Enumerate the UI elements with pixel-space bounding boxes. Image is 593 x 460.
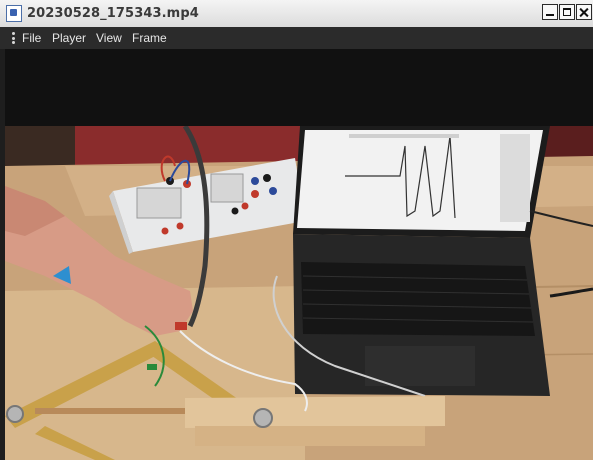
maximize-button[interactable] xyxy=(559,4,575,20)
title-bar: 20230528_175343.mp4 xyxy=(0,0,593,28)
minimize-button[interactable] xyxy=(542,4,558,20)
video-frame[interactable] xyxy=(5,126,593,460)
menu-player[interactable]: Player xyxy=(52,31,86,45)
video-file-icon xyxy=(6,5,22,22)
menu-view[interactable]: View xyxy=(96,31,122,45)
menu-file[interactable]: File xyxy=(22,31,41,45)
menu-bar: File Player View Frame xyxy=(0,27,593,49)
close-button[interactable] xyxy=(576,4,592,20)
window-title: 20230528_175343.mp4 xyxy=(27,6,199,21)
kebab-menu-icon[interactable] xyxy=(12,32,15,44)
menu-frame[interactable]: Frame xyxy=(132,31,167,45)
